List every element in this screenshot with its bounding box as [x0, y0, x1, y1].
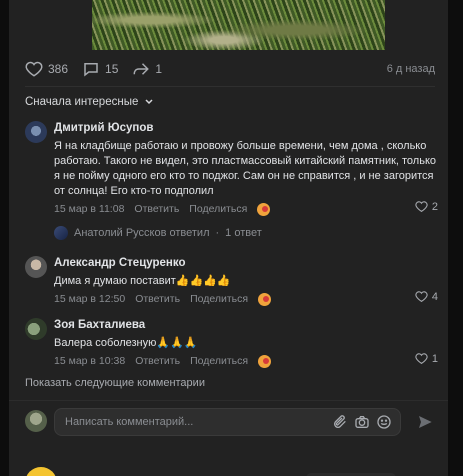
composer-tools — [332, 414, 392, 430]
avatar[interactable] — [25, 318, 47, 340]
divider — [25, 86, 435, 87]
comment-author[interactable]: Дмитрий Юсупов — [54, 121, 440, 136]
reply-count: 1 ответ — [225, 227, 262, 239]
sort-dropdown[interactable]: Сначала интересные — [25, 96, 154, 108]
post-photo[interactable] — [92, 0, 385, 50]
send-icon[interactable] — [417, 414, 433, 430]
comment-like-count: 2 — [431, 200, 438, 213]
sort-label: Сначала интересные — [25, 96, 139, 108]
comment-item: Александр Стецуренко Дима я думаю постав… — [25, 256, 440, 306]
heart-icon — [25, 61, 43, 77]
show-more-comments[interactable]: Показать следующие комментарии — [25, 377, 205, 389]
chevron-down-icon — [145, 99, 153, 105]
comment-like-button[interactable]: 1 — [415, 352, 438, 365]
comment-author[interactable]: Зоя Бахталиева — [54, 318, 440, 333]
smiley-icon[interactable] — [376, 414, 392, 430]
comment-like-count: 1 — [431, 352, 438, 365]
avatar — [25, 467, 57, 476]
camera-icon[interactable] — [354, 414, 370, 430]
reaction-icon[interactable] — [258, 292, 272, 306]
comment-text: Валера соболезную🙏🙏🙏 — [54, 337, 198, 349]
share-count: 1 — [155, 62, 163, 76]
reply-link[interactable]: Ответить — [135, 354, 180, 368]
share-link[interactable]: Поделиться — [190, 292, 248, 306]
comment-placeholder: Написать комментарий... — [65, 416, 194, 428]
comment-button[interactable]: 15 — [82, 60, 118, 78]
post-time: 6 д назад — [386, 63, 435, 75]
comment-composer: Написать комментарий... — [9, 400, 448, 476]
paperclip-icon[interactable] — [332, 414, 348, 430]
comment-text: Я на кладбище работаю и провожу больше в… — [54, 140, 437, 197]
heart-icon — [415, 201, 428, 213]
reaction-icon[interactable] — [257, 202, 271, 216]
comment-meta: 15 мар в 12:50 Ответить Поделиться — [54, 292, 440, 306]
comment-author[interactable]: Александр Стецуренко — [54, 256, 440, 271]
comment-count: 15 — [105, 62, 119, 76]
like-count: 386 — [48, 62, 69, 76]
reply-author: Анатолий Русcков ответил — [74, 227, 210, 239]
share-link[interactable]: Поделиться — [190, 354, 248, 368]
reply-link[interactable]: Ответить — [135, 292, 180, 306]
heart-icon — [415, 353, 428, 365]
comment-icon — [84, 63, 98, 77]
reaction-icon[interactable] — [258, 354, 272, 368]
heart-icon — [415, 291, 428, 303]
post-actions: 386 15 1 6 д назад — [25, 59, 435, 79]
comment-like-count: 4 — [431, 290, 438, 303]
separator: · — [215, 227, 220, 239]
comment-like-button[interactable]: 2 — [415, 200, 438, 213]
comment-item: Зоя Бахталиева Валера соболезную🙏🙏🙏 15 м… — [25, 318, 440, 368]
share-icon — [133, 63, 150, 75]
share-button[interactable]: 1 — [132, 60, 162, 78]
avatar — [25, 410, 47, 432]
comment-date[interactable]: 15 мар в 10:38 — [54, 354, 125, 368]
avatar[interactable] — [25, 121, 47, 143]
comment-input[interactable]: Написать комментарий... — [54, 408, 401, 436]
comment-date[interactable]: 15 мар в 11:08 — [54, 202, 124, 216]
share-link[interactable]: Поделиться — [189, 202, 247, 216]
comment-text: Дима я думаю поставит👍👍👍👍 — [54, 275, 231, 287]
like-button[interactable]: 386 — [25, 60, 68, 78]
reply-link[interactable]: Ответить — [134, 202, 179, 216]
avatar — [54, 226, 68, 240]
comment-date[interactable]: 15 мар в 12:50 — [54, 292, 125, 306]
replies-thread[interactable]: Анатолий Русcков ответил · 1 ответ — [54, 226, 262, 240]
avatar[interactable] — [25, 256, 47, 278]
comment-meta: 15 мар в 11:08 Ответить Поделиться — [54, 202, 440, 216]
comment-like-button[interactable]: 4 — [415, 290, 438, 303]
comment-meta: 15 мар в 10:38 Ответить Поделиться — [54, 354, 440, 368]
comment-item: Дмитрий Юсупов Я на кладбище работаю и п… — [25, 121, 440, 216]
